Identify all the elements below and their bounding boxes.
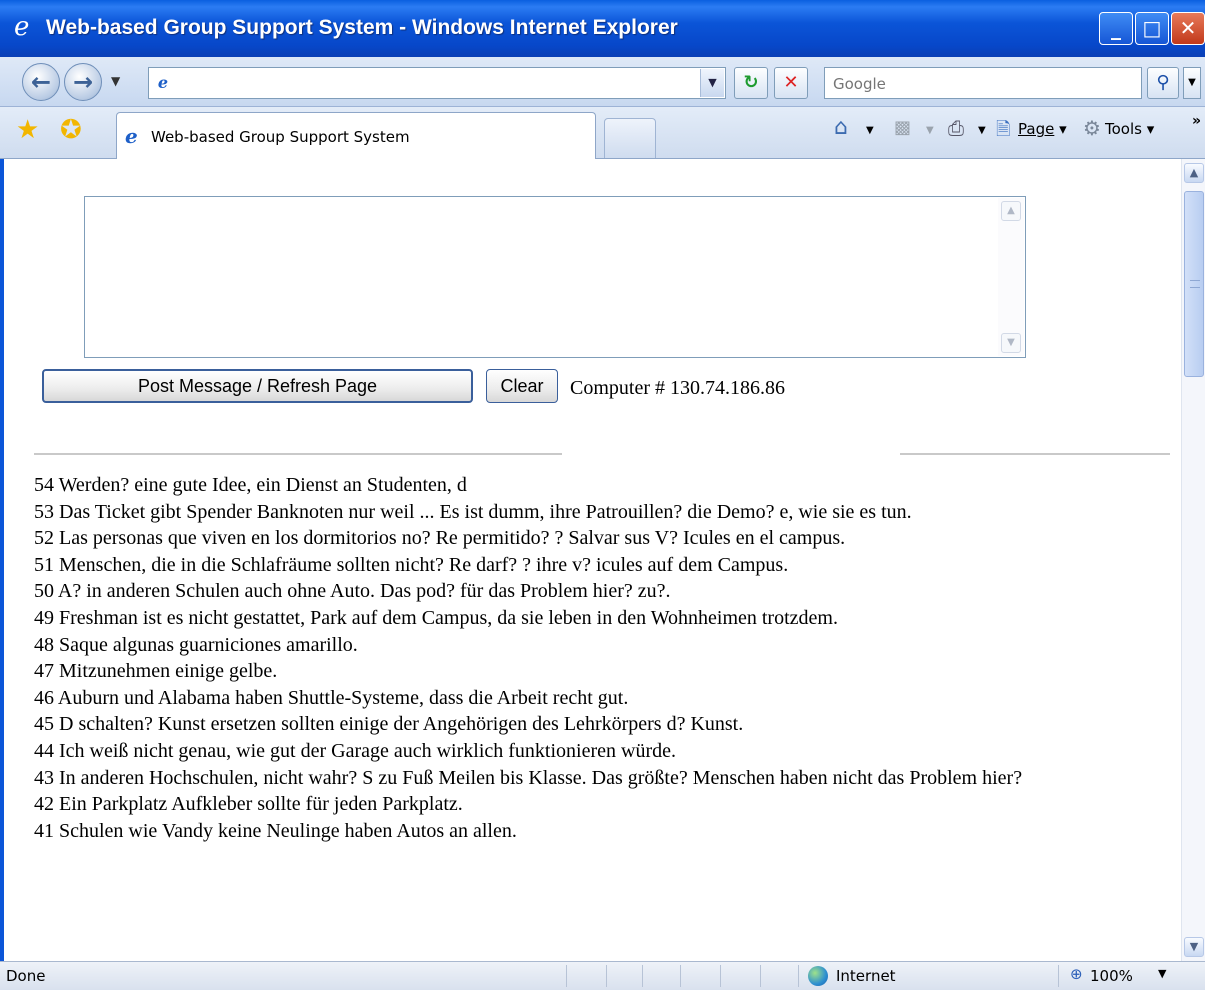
scroll-up-icon[interactable]: ▲ bbox=[1184, 163, 1204, 183]
post-message-button[interactable]: Post Message / Refresh Page bbox=[42, 369, 473, 403]
page-content: ▲ ▼ Post Message / Refresh Page Clear Co… bbox=[4, 159, 1179, 961]
search-input[interactable] bbox=[831, 72, 1131, 96]
message-item: 41 Schulen wie Vandy keine Neulinge habe… bbox=[34, 819, 517, 842]
message-item: 49 Freshman ist es nicht gestattet, Park… bbox=[34, 606, 838, 629]
favorites-star-icon[interactable]: ★ bbox=[16, 117, 39, 143]
scroll-thumb[interactable] bbox=[1184, 191, 1204, 377]
divider-right bbox=[900, 453, 1170, 455]
message-textarea-frame: ▲ ▼ bbox=[84, 196, 1026, 358]
home-dropdown-icon[interactable]: ▼ bbox=[866, 125, 874, 136]
status-separator bbox=[606, 965, 607, 987]
title-bar: e Web-based Group Support System - Windo… bbox=[0, 0, 1205, 57]
ie-logo-icon: e bbox=[14, 12, 30, 42]
status-separator bbox=[760, 965, 761, 987]
new-tab-button[interactable] bbox=[604, 118, 656, 158]
message-item: 51 Menschen, die in die Schlafräume soll… bbox=[34, 553, 789, 576]
message-item: 47 Mitzunehmen einige gelbe. bbox=[34, 660, 278, 683]
page-menu[interactable]: Page ▾ bbox=[1018, 120, 1067, 138]
page-menu-label: Page bbox=[1018, 120, 1055, 138]
message-item: 45 D schalten? Kunst ersetzen sollten ei… bbox=[34, 713, 744, 736]
address-dropdown-icon[interactable]: ▼ bbox=[700, 69, 724, 97]
message-item: 44 Ich weiß nicht genau, wie gut der Gar… bbox=[34, 739, 676, 762]
add-favorites-icon[interactable]: ✪ bbox=[60, 117, 82, 143]
status-separator bbox=[566, 965, 567, 987]
page-viewport: ▲ ▼ Post Message / Refresh Page Clear Co… bbox=[0, 159, 1205, 961]
status-separator bbox=[642, 965, 643, 987]
scroll-down-icon[interactable]: ▼ bbox=[1184, 937, 1204, 957]
tab-label: Web-based Group Support System bbox=[151, 128, 410, 146]
message-item: 50 A? in anderen Schulen auch ohne Auto.… bbox=[34, 580, 671, 603]
print-dropdown-icon[interactable]: ▼ bbox=[978, 125, 986, 136]
refresh-icon[interactable]: ↻ bbox=[734, 67, 768, 99]
computer-id-label: Computer # 130.74.186.86 bbox=[570, 377, 785, 399]
security-zone[interactable]: Internet bbox=[836, 967, 896, 985]
status-text: Done bbox=[6, 967, 46, 985]
zoom-dropdown-icon[interactable]: ▼ bbox=[1158, 967, 1166, 980]
search-icon[interactable]: ⚲ bbox=[1147, 67, 1179, 99]
tab-toolbar: ★ ✪ e Web-based Group Support System ⌂ ▼… bbox=[0, 107, 1205, 159]
tools-menu-label: Tools bbox=[1105, 120, 1142, 138]
feeds-icon[interactable]: ▩ bbox=[894, 117, 911, 138]
search-box[interactable] bbox=[824, 67, 1142, 99]
message-item: 46 Auburn und Alabama haben Shuttle-Syst… bbox=[34, 686, 629, 709]
forward-arrow-icon[interactable]: → bbox=[64, 63, 102, 101]
status-separator bbox=[680, 965, 681, 987]
scroll-down-icon[interactable]: ▼ bbox=[1001, 333, 1021, 353]
status-separator bbox=[720, 965, 721, 987]
globe-icon bbox=[808, 966, 828, 986]
stop-icon[interactable]: ✕ bbox=[774, 67, 808, 99]
message-list: 54 Werden? eine gute Idee, ein Dienst an… bbox=[34, 472, 1144, 844]
message-item: 54 Werden? eine gute Idee, ein Dienst an… bbox=[34, 474, 467, 496]
message-item: 48 Saque algunas guarniciones amarillo. bbox=[34, 633, 358, 656]
scroll-grip bbox=[1190, 280, 1200, 288]
message-item: 43 In anderen Hochschulen, nicht wahr? S… bbox=[34, 766, 1023, 789]
message-item: 53 Das Ticket gibt Spender Banknoten nur… bbox=[34, 500, 912, 523]
address-input[interactable] bbox=[179, 71, 689, 95]
clear-button[interactable]: Clear bbox=[486, 369, 558, 403]
message-textarea[interactable] bbox=[87, 199, 997, 355]
textarea-scrollbar[interactable]: ▲ ▼ bbox=[998, 198, 1024, 356]
message-item: 52 Las personas que viven en los dormito… bbox=[34, 527, 846, 550]
history-dropdown-icon[interactable]: ▼ bbox=[111, 74, 120, 88]
address-bar[interactable]: e ▼ bbox=[148, 67, 726, 99]
tools-gear-icon: ⚙ bbox=[1083, 116, 1101, 140]
status-separator bbox=[798, 965, 799, 987]
page-favicon-icon: e bbox=[157, 73, 169, 92]
back-arrow-icon[interactable]: ← bbox=[22, 63, 60, 101]
divider-left bbox=[34, 453, 562, 455]
tools-menu[interactable]: Tools ▾ bbox=[1105, 120, 1154, 138]
page-favicon-icon: e bbox=[125, 124, 138, 148]
close-button[interactable]: ✕ bbox=[1171, 12, 1205, 45]
feeds-dropdown-icon: ▼ bbox=[926, 125, 934, 136]
status-bar: Done Internet ⊕ 100% ▼ bbox=[0, 961, 1205, 990]
tab-web-based-group-support-system[interactable]: e Web-based Group Support System bbox=[116, 112, 596, 159]
scroll-up-icon[interactable]: ▲ bbox=[1001, 201, 1021, 221]
message-item: 42 Ein Parkplatz Aufkleber sollte für je… bbox=[34, 793, 463, 816]
home-icon[interactable]: ⌂ bbox=[834, 115, 848, 140]
toolbar-overflow-icon[interactable]: » bbox=[1192, 113, 1201, 129]
address-toolbar: ← → ▼ e ▼ ↻ ✕ ⚲ ▼ bbox=[0, 57, 1205, 107]
maximize-button[interactable]: □ bbox=[1135, 12, 1169, 45]
zoom-level[interactable]: 100% bbox=[1090, 967, 1133, 985]
search-options-dropdown-icon[interactable]: ▼ bbox=[1183, 67, 1201, 99]
zoom-icon[interactable]: ⊕ bbox=[1070, 965, 1083, 983]
page-icon: 🗎 bbox=[996, 119, 1011, 140]
page-scrollbar[interactable]: ▲ ▼ bbox=[1181, 159, 1205, 961]
print-icon[interactable]: ⎙ bbox=[948, 116, 964, 140]
status-separator bbox=[1058, 965, 1059, 987]
minimize-button[interactable]: _ bbox=[1099, 12, 1133, 45]
window-title: Web-based Group Support System - Windows… bbox=[46, 16, 678, 39]
